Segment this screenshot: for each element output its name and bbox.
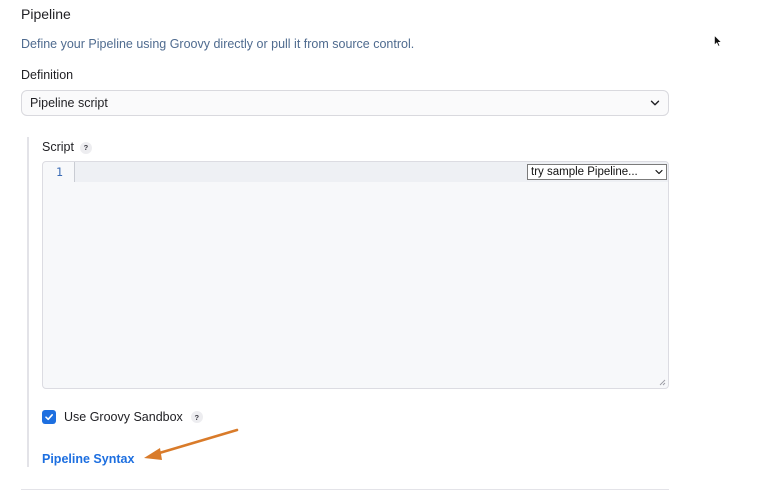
script-editor[interactable]: 1 try sample Pipeline... [42,161,669,389]
chevron-down-icon [650,100,660,106]
section-title: Pipeline [21,6,71,22]
chevron-down-icon [655,169,663,175]
sample-pipeline-select[interactable]: try sample Pipeline... [527,164,667,180]
section-divider [21,489,669,490]
mouse-cursor-icon [714,35,722,47]
definition-select[interactable]: Pipeline script [21,90,669,116]
nested-section-bar [27,137,29,467]
script-label: Script [42,140,74,154]
editor-gutter: 1 [43,162,75,182]
pipeline-config-page: Pipeline Define your Pipeline using Groo… [0,0,768,498]
pipeline-syntax-link[interactable]: Pipeline Syntax [42,452,134,466]
sample-pipeline-select-value: try sample Pipeline... [531,166,638,178]
script-help-icon[interactable]: ? [79,141,92,154]
sandbox-checkbox[interactable] [42,410,56,424]
resize-grip-icon[interactable] [659,379,666,386]
section-description: Define your Pipeline using Groovy direct… [21,37,415,51]
sandbox-row: Use Groovy Sandbox ? [42,410,203,424]
definition-label: Definition [21,68,74,82]
annotation-arrow-icon [144,428,239,460]
checkmark-icon [45,414,53,421]
line-number: 1 [56,165,63,179]
sandbox-label: Use Groovy Sandbox [64,410,183,424]
definition-select-value: Pipeline script [30,96,108,110]
sandbox-help-icon[interactable]: ? [190,411,203,423]
script-label-row: Script? [42,140,92,154]
